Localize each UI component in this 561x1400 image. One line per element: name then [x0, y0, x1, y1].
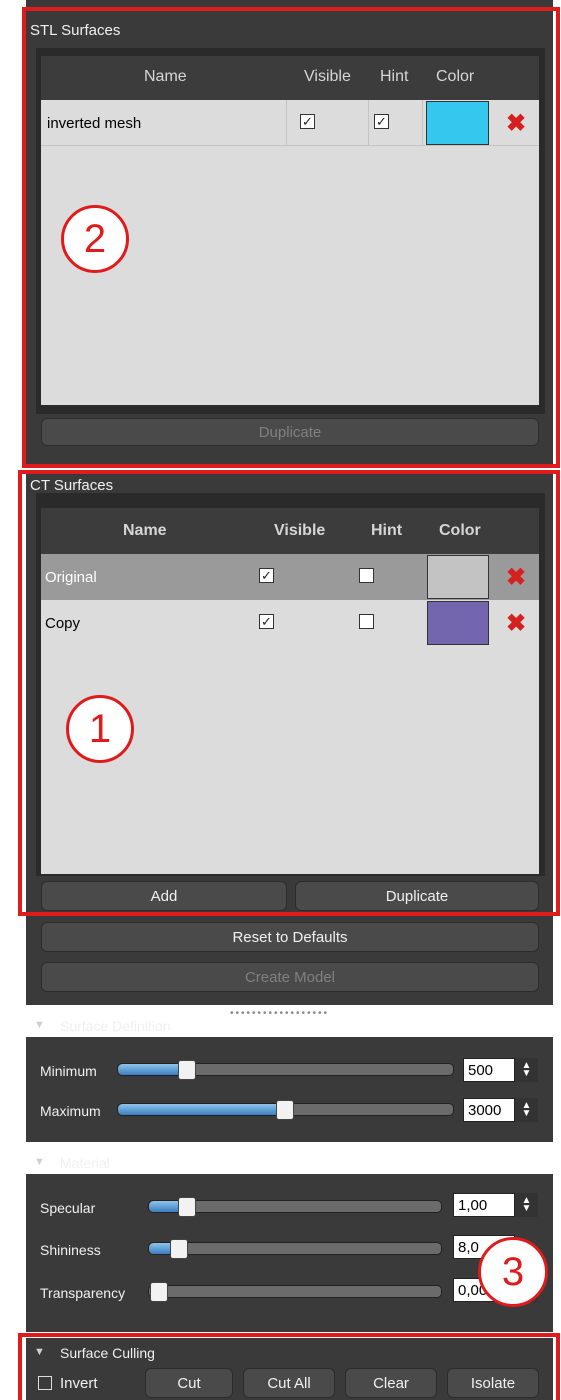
transparency-slider[interactable] [148, 1285, 442, 1298]
maximum-slider-handle[interactable] [276, 1100, 294, 1120]
minimum-spinbox[interactable]: 500 [463, 1058, 515, 1082]
minimum-label: Minimum [40, 1063, 97, 1079]
marker-3: 3 [478, 1237, 548, 1307]
specular-spin-arrows[interactable]: ▲ ▼ [515, 1193, 538, 1217]
minimum-slider-handle[interactable] [178, 1060, 196, 1080]
collapse-icon: ▼ [34, 1019, 45, 1031]
maximum-spin-arrows[interactable]: ▲ ▼ [515, 1098, 538, 1122]
minimum-slider[interactable] [117, 1063, 454, 1076]
maximum-label: Maximum [40, 1103, 101, 1119]
specular-slider-handle[interactable] [178, 1197, 196, 1217]
minimum-spin-arrows[interactable]: ▲ ▼ [515, 1058, 538, 1082]
culling-highlight-frame [18, 1333, 560, 1400]
maximum-spinbox[interactable]: 3000 [463, 1098, 515, 1122]
transparency-label: Transparency [40, 1285, 126, 1301]
specular-label: Specular [40, 1200, 96, 1216]
ct-highlight-frame [18, 470, 560, 916]
surface-definition-header[interactable]: ▼ Surface Definition [26, 1013, 553, 1037]
marker-1: 1 [66, 695, 134, 763]
transparency-slider-handle[interactable] [150, 1282, 168, 1302]
marker-2: 2 [61, 205, 129, 273]
material-header[interactable]: ▼ Material [26, 1150, 553, 1174]
reset-to-defaults-button[interactable]: Reset to Defaults [41, 922, 539, 952]
shininess-slider[interactable] [148, 1242, 442, 1255]
material-title: Material [60, 1155, 110, 1171]
specular-spinbox[interactable]: 1,00 [453, 1193, 515, 1217]
create-model-button[interactable]: Create Model [41, 962, 539, 992]
surface-definition-title: Surface Definition [60, 1018, 171, 1034]
shininess-label: Shininess [40, 1242, 101, 1258]
collapse-icon: ▼ [34, 1156, 45, 1168]
surface-definition-panel [26, 1037, 553, 1142]
shininess-slider-handle[interactable] [170, 1239, 188, 1259]
